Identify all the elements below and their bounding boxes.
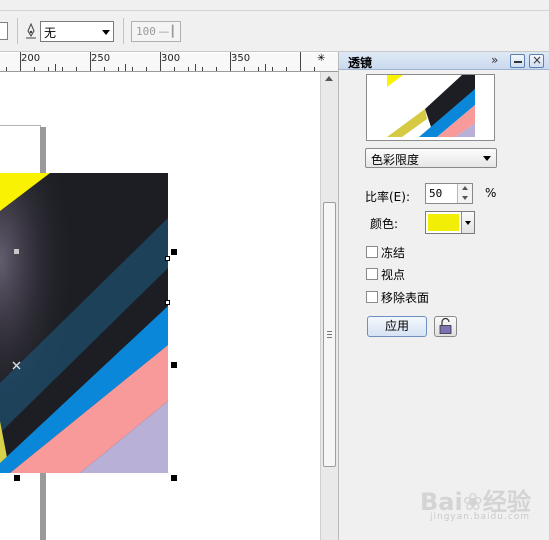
lens-preview-image (387, 75, 475, 137)
ruler-tick (55, 64, 56, 71)
chevron-down-icon (483, 156, 491, 161)
ruler-tick (90, 52, 91, 71)
color-label: 颜色: (370, 217, 399, 231)
watermark-url: jingyan.baidu.com (430, 512, 531, 522)
ruler-tick (202, 67, 203, 71)
toolbar-separator (123, 18, 124, 44)
ruler-tick (104, 67, 105, 71)
minimize-icon (514, 61, 522, 63)
freeze-checkbox[interactable] (366, 246, 378, 258)
ruler-tick (20, 52, 21, 71)
baidu-watermark: Bai❀经验 jingyan.baidu.com (420, 478, 540, 528)
ruler-tick (146, 67, 147, 71)
outline-pen-icon (26, 23, 36, 39)
ruler-tick (34, 67, 35, 71)
ruler-tick (48, 67, 49, 71)
color-swatch (428, 214, 459, 231)
drawing-canvas[interactable] (0, 72, 322, 540)
selection-handle[interactable] (171, 362, 177, 368)
toolbar-partial-control[interactable] (0, 22, 8, 40)
color-dropdown[interactable] (461, 212, 474, 233)
rate-stepper[interactable]: 50 (425, 183, 473, 204)
expand-icon[interactable]: » (491, 53, 498, 67)
selected-artwork[interactable] (0, 173, 168, 473)
minimize-button[interactable] (510, 54, 525, 68)
ruler-tick (216, 67, 217, 71)
ruler-tick (188, 67, 189, 71)
grip-line (327, 334, 332, 335)
ruler-tick (118, 67, 119, 71)
ruler-tick (286, 67, 287, 71)
docker-header: 透镜 » × (339, 52, 549, 70)
ruler-label: 300 (161, 53, 181, 64)
close-button[interactable]: × (529, 53, 544, 68)
toolbar-separator (17, 18, 18, 44)
grip-line (327, 331, 332, 332)
ruler-tick (300, 52, 301, 71)
ruler-tick (244, 67, 245, 71)
grip-line (327, 337, 332, 338)
rate-value: 50 (429, 187, 443, 200)
close-icon: × (532, 53, 543, 67)
ruler-tick (265, 64, 266, 71)
ruler-tick (76, 67, 77, 71)
opacity-slider-icon: —┃ (158, 25, 176, 38)
chevron-up-icon[interactable] (462, 186, 468, 190)
opacity-value: 100 (136, 25, 156, 38)
rate-unit: % (485, 186, 497, 200)
ruler-label: 350 (231, 53, 251, 64)
docker-title: 透镜 (348, 56, 373, 70)
ruler-tick (6, 67, 7, 71)
lens-docker: 透镜 » × 色彩限度 比率(E): 50 % 颜色: 冻结 视点 移除表面 应… (338, 52, 549, 540)
lock-button[interactable] (434, 316, 457, 337)
selection-handle[interactable] (171, 475, 177, 481)
ruler-tick (314, 67, 315, 71)
ruler-label: 200 (21, 53, 41, 64)
property-bar: 无 100 —┃ (0, 0, 549, 52)
scroll-up-icon[interactable] (325, 76, 333, 81)
node-handle[interactable] (14, 249, 19, 254)
chevron-down-icon[interactable] (462, 196, 468, 200)
ruler-tick (174, 67, 175, 71)
color-picker[interactable] (425, 211, 475, 234)
horizontal-ruler[interactable]: 200 250 300 350 ✳ (0, 52, 338, 72)
node-handle[interactable] (165, 256, 170, 261)
toolbar-divider (0, 10, 549, 11)
scrollbar-thumb[interactable] (323, 202, 336, 467)
ruler-label: 250 (91, 53, 111, 64)
outline-width-value: 无 (44, 26, 57, 40)
selection-handle[interactable] (14, 475, 20, 481)
lens-type-select[interactable]: 色彩限度 (365, 148, 497, 168)
ruler-tick (230, 52, 231, 71)
lens-preview (366, 74, 495, 141)
outline-width-select[interactable]: 无 (40, 21, 114, 42)
viewpoint-label: 视点 (381, 268, 406, 282)
rate-label: 比率(E): (365, 190, 410, 204)
remove-face-label: 移除表面 (381, 291, 430, 305)
ruler-tick (258, 67, 259, 71)
ruler-tick (160, 52, 161, 71)
ruler-corner-icon[interactable]: ✳ (317, 53, 325, 64)
ruler-tick (62, 67, 63, 71)
node-handle[interactable] (165, 300, 170, 305)
selection-handle[interactable] (171, 249, 177, 255)
ruler-tick (132, 67, 133, 71)
ruler-tick (125, 64, 126, 71)
opacity-field[interactable]: 100 —┃ (131, 21, 181, 42)
viewpoint-checkbox[interactable] (366, 268, 378, 280)
apply-button[interactable]: 应用 (367, 316, 427, 337)
stepper-buttons[interactable] (457, 184, 472, 203)
remove-face-checkbox[interactable] (366, 291, 378, 303)
chevron-down-icon (465, 221, 471, 225)
ruler-tick (272, 67, 273, 71)
freeze-label: 冻结 (381, 246, 406, 260)
center-x-icon[interactable] (12, 361, 21, 370)
chevron-down-icon (102, 30, 110, 35)
lens-type-value: 色彩限度 (371, 153, 420, 167)
unlock-icon (439, 317, 452, 334)
vertical-scrollbar[interactable] (320, 72, 338, 540)
ruler-tick (195, 64, 196, 71)
